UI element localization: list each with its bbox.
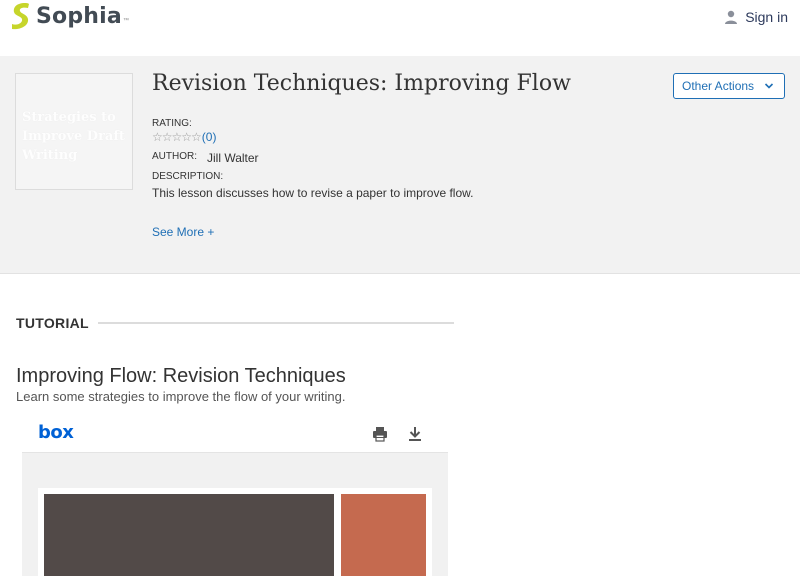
user-icon [725,10,738,24]
viewer-canvas[interactable] [22,453,448,576]
see-more-link[interactable]: See More + [152,225,214,239]
rating-label: RATING: [152,118,192,129]
lesson-thumbnail: Strategies to Improve Draft Writing [15,73,133,190]
author-name: Jill Walter [207,151,259,165]
other-actions-button[interactable]: Other Actions [673,73,785,99]
slide-orange-panel [341,494,426,576]
sophia-logo[interactable]: Sophia ™ [10,2,129,30]
document-page [38,488,432,576]
rating: ☆☆☆☆☆ (0) [152,130,216,144]
section-header: TUTORIAL [16,315,89,331]
box-logo[interactable]: box [38,422,74,443]
description-label: DESCRIPTION: [152,171,224,182]
sophia-logo-icon [12,3,29,30]
lesson-header: Strategies to Improve Draft Writing Revi… [0,56,800,274]
star-rating[interactable]: ☆☆☆☆☆ [152,130,202,144]
document-viewer: box [22,415,448,576]
other-actions-label: Other Actions [682,79,755,93]
thumbnail-text: Strategies to Improve Draft Writing [22,110,125,163]
top-bar: Sophia ™ Sign in [0,0,800,56]
sign-in-label: Sign in [745,9,788,25]
slide-dark-panel [44,494,334,576]
rating-count[interactable]: (0) [202,130,217,144]
print-icon[interactable] [372,426,388,442]
description-text: This lesson discusses how to revise a pa… [152,186,474,200]
trademark-mark: ™ [122,18,129,24]
author: AUTHOR: Jill Walter [152,151,259,165]
author-label: AUTHOR: [152,151,197,162]
section-label: TUTORIAL [16,315,89,331]
page-title: Revision Techniques: Improving Flow [152,71,571,96]
brand-name: Sophia [36,3,122,29]
tutorial-subtitle: Learn some strategies to improve the flo… [16,389,346,404]
download-icon[interactable] [408,426,422,442]
section-divider [98,322,454,324]
viewer-toolbar: box [22,415,448,453]
tutorial-title: Improving Flow: Revision Techniques [16,365,346,387]
sign-in-link[interactable]: Sign in [724,9,788,25]
chevron-down-icon [764,83,774,89]
